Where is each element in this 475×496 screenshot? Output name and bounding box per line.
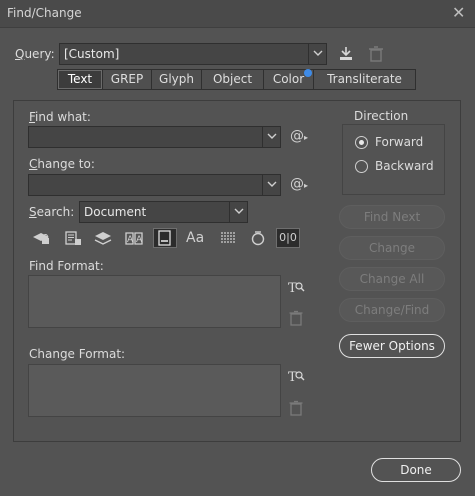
tab-glyph[interactable]: Glyph bbox=[152, 70, 202, 89]
case-sensitive-icon[interactable]: Aa bbox=[186, 230, 204, 246]
trash-icon[interactable] bbox=[368, 45, 384, 63]
change-format-label: Change Format: bbox=[29, 347, 126, 361]
search-label: Search: bbox=[29, 205, 75, 219]
window-title: Find/Change bbox=[7, 6, 82, 20]
save-icon[interactable] bbox=[337, 45, 355, 63]
search-scope-value: Document bbox=[84, 205, 147, 219]
hidden-layers-icon[interactable] bbox=[93, 229, 113, 247]
width-sensitive-icon[interactable]: 0|0 bbox=[276, 228, 300, 248]
query-value: [Custom] bbox=[64, 47, 120, 61]
change-format-box[interactable] bbox=[28, 364, 281, 417]
tab-text[interactable]: Text bbox=[58, 70, 103, 89]
chevron-down-icon[interactable] bbox=[262, 127, 280, 147]
fewer-options-button[interactable]: Fewer Options bbox=[339, 334, 445, 358]
change-find-button[interactable]: Change/Find bbox=[339, 298, 445, 322]
backward-radio[interactable] bbox=[355, 160, 368, 173]
svg-text:T: T bbox=[288, 370, 297, 384]
tab-grep[interactable]: GREP bbox=[103, 70, 152, 89]
query-label: Query: bbox=[15, 47, 55, 61]
forward-radio[interactable] bbox=[355, 136, 368, 149]
notification-dot-icon bbox=[304, 69, 312, 77]
find-format-label: Find Format: bbox=[29, 259, 104, 273]
special-characters-change-icon[interactable]: @▸ bbox=[290, 176, 308, 192]
change-button[interactable]: Change bbox=[339, 236, 445, 260]
chevron-down-icon[interactable] bbox=[262, 175, 280, 195]
specify-change-format-icon[interactable]: T bbox=[287, 368, 305, 385]
clear-find-format-trash-icon[interactable] bbox=[289, 310, 303, 326]
tab-transliterate[interactable]: Transliterate bbox=[314, 70, 415, 89]
chevron-down-icon[interactable] bbox=[229, 202, 247, 222]
whole-word-icon[interactable] bbox=[218, 229, 238, 247]
clear-change-format-trash-icon[interactable] bbox=[289, 400, 303, 416]
find-next-button[interactable]: Find Next bbox=[339, 205, 445, 229]
kana-sensitive-icon[interactable] bbox=[248, 229, 268, 247]
find-format-box[interactable] bbox=[28, 275, 281, 328]
special-characters-find-icon[interactable]: @▸ bbox=[290, 128, 308, 144]
change-to-field[interactable] bbox=[28, 174, 281, 196]
direction-label: Direction bbox=[353, 109, 410, 123]
lock-layers-icon[interactable] bbox=[31, 229, 51, 247]
close-icon[interactable]: ✕ bbox=[452, 3, 465, 22]
change-all-button[interactable]: Change All bbox=[339, 267, 445, 291]
change-to-label: Change to: bbox=[29, 157, 95, 171]
chevron-down-icon[interactable] bbox=[308, 44, 326, 64]
find-what-field[interactable] bbox=[28, 126, 281, 148]
forward-label[interactable]: Forward bbox=[375, 135, 423, 149]
specify-find-format-icon[interactable]: T bbox=[287, 279, 305, 296]
find-what-label: Find what: bbox=[29, 110, 91, 124]
svg-text:A: A bbox=[127, 235, 134, 245]
svg-text:T: T bbox=[288, 281, 297, 295]
tab-object[interactable]: Object bbox=[202, 70, 264, 89]
backward-label[interactable]: Backward bbox=[375, 159, 434, 173]
search-scope-dropdown[interactable]: Document bbox=[79, 201, 248, 223]
lock-stories-icon[interactable] bbox=[63, 229, 83, 247]
done-button[interactable]: Done bbox=[371, 458, 461, 482]
master-pages-icon[interactable]: AA bbox=[124, 229, 144, 247]
query-dropdown[interactable]: [Custom] bbox=[59, 43, 327, 65]
svg-text:A: A bbox=[136, 235, 143, 245]
tab-color[interactable]: Color bbox=[264, 69, 314, 89]
footnotes-icon[interactable] bbox=[153, 228, 177, 248]
tab-bar: Text GREP Glyph Object Color Translitera… bbox=[57, 69, 416, 90]
